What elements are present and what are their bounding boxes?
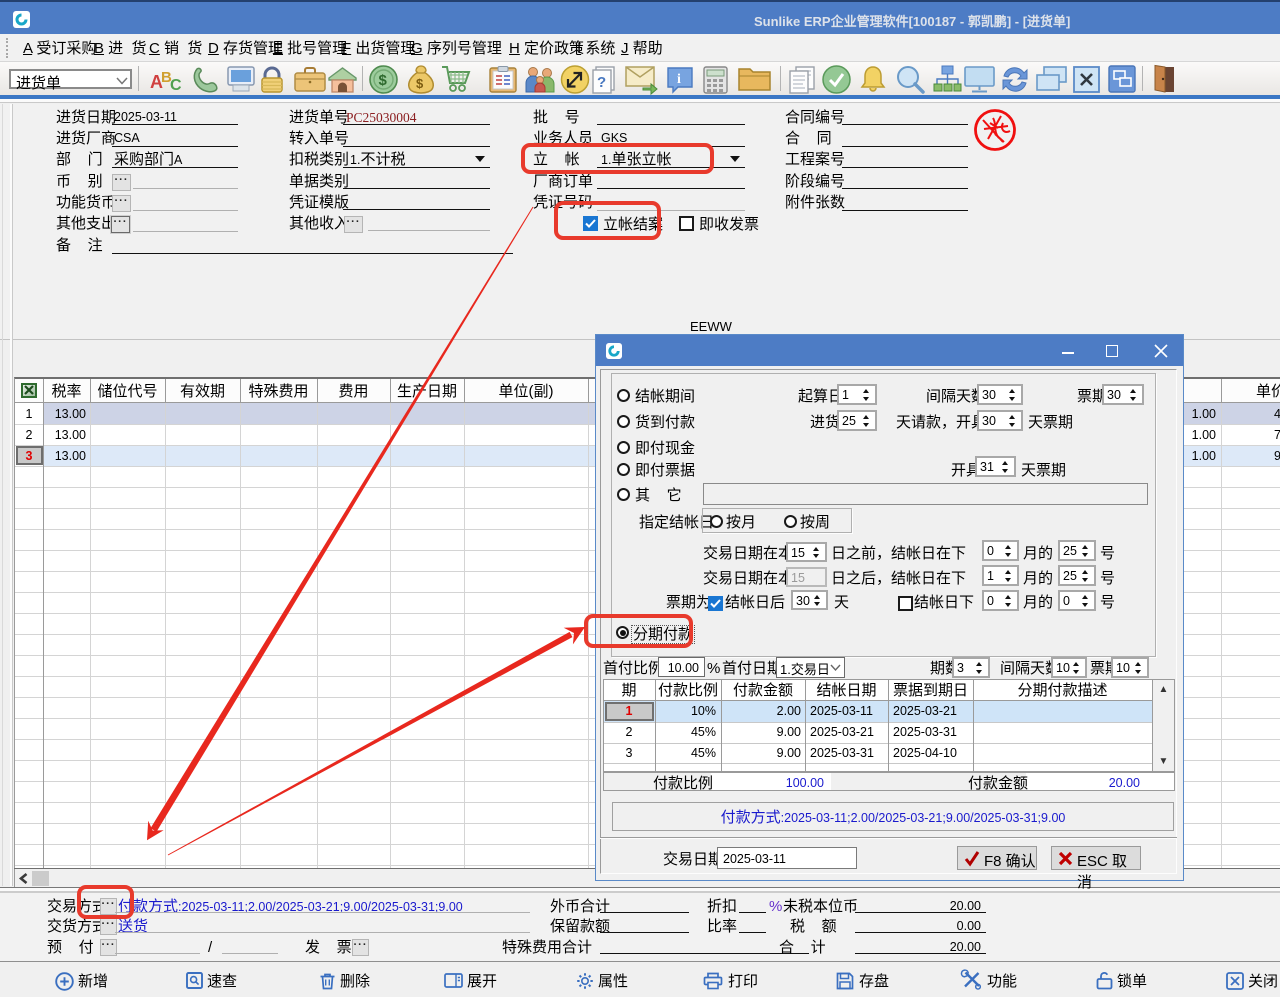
svg-text:$: $ (379, 72, 388, 89)
svg-text:?: ? (597, 74, 606, 91)
svg-text:i: i (677, 72, 681, 87)
svg-text:$: $ (416, 76, 424, 91)
svg-text:C: C (170, 77, 182, 94)
